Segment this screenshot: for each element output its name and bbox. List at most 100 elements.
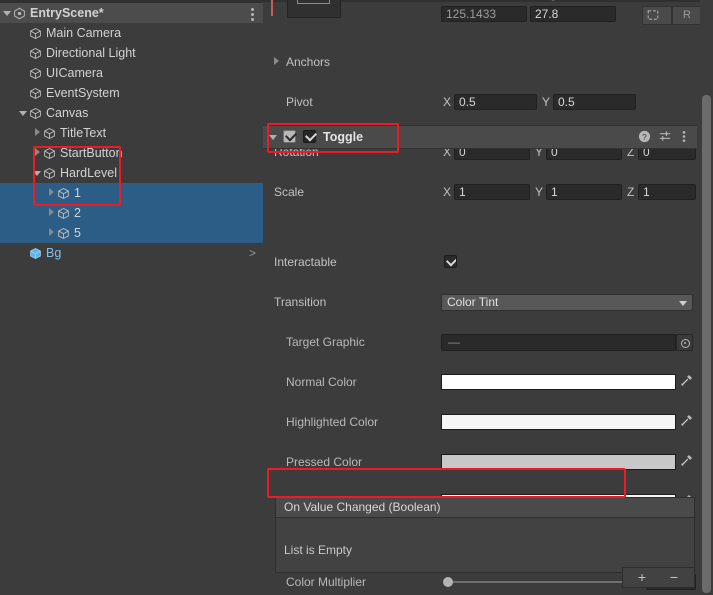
- gameobject-cube-icon: [57, 227, 70, 240]
- toggle-component-header[interactable]: Toggle ?: [263, 125, 697, 149]
- hierarchy-item-label: TitleText: [60, 126, 107, 140]
- foldout-spacer: [18, 23, 29, 43]
- hierarchy-item-label: StartButton: [60, 146, 123, 160]
- foldout-arrow[interactable]: [32, 163, 43, 183]
- inspector-scrollbar-thumb[interactable]: [702, 95, 711, 593]
- preset-sliders-icon[interactable]: [659, 130, 672, 146]
- pivot-x-axis-label: X: [443, 95, 452, 109]
- toggle-kebab-menu-icon[interactable]: [682, 130, 686, 146]
- hierarchy-item-directional-light[interactable]: Directional Light: [0, 43, 263, 63]
- hierarchy-tree[interactable]: Main Camera Directional Light UICamera Even…: [0, 23, 263, 263]
- hierarchy-item-main-camera[interactable]: Main Camera: [0, 23, 263, 43]
- hierarchy-item-hardlevel[interactable]: HardLevel: [0, 163, 263, 183]
- scale-x-input[interactable]: 1: [454, 184, 530, 200]
- toggle-enabled-checkbox[interactable]: [283, 129, 298, 143]
- interactable-label: Interactable: [274, 255, 337, 269]
- anchors-foldout-arrow[interactable]: [271, 52, 282, 72]
- remove-event-button[interactable]: −: [667, 569, 681, 585]
- color-block-rows: Normal Color Highlighted Color Pressed Col…: [263, 160, 697, 550]
- target-graphic-label: Target Graphic: [286, 335, 365, 349]
- foldout-arrow[interactable]: [18, 103, 29, 123]
- hierarchy-panel[interactable]: EntryScene* Main Camera Directional Light…: [0, 0, 263, 595]
- hierarchy-item-canvas[interactable]: Canvas: [0, 103, 263, 123]
- gameobject-cube-icon: [29, 47, 42, 60]
- foldout-arrow[interactable]: [32, 123, 43, 143]
- target-graphic-value: —: [448, 335, 460, 349]
- foldout-spacer: [18, 43, 29, 63]
- gameobject-cube-icon: [57, 207, 70, 220]
- on-value-changed-list[interactable]: List is Empty: [275, 518, 695, 573]
- hierarchy-item-bg[interactable]: Bg >: [0, 243, 263, 263]
- gameobject-cube-icon: [43, 127, 56, 140]
- hierarchy-item-label: Main Camera: [46, 26, 122, 40]
- color-multiplier-label: Color Multiplier: [286, 575, 367, 589]
- hierarchy-item-label: Bg: [46, 246, 62, 260]
- hierarchy-item-2[interactable]: 2: [0, 203, 263, 223]
- prefab-open-arrow-icon[interactable]: >: [249, 243, 256, 263]
- scale-y-axis-label: Y: [535, 185, 544, 199]
- foldout-arrow[interactable]: [46, 203, 57, 223]
- hierarchy-item-uicamera[interactable]: UICamera: [0, 63, 263, 83]
- eyedropper-icon[interactable]: [678, 374, 695, 390]
- eyedropper-icon[interactable]: [678, 414, 695, 430]
- inspector-content: ⇅ Width Height 125.1433 27.8 R: [263, 0, 702, 595]
- foldout-arrow[interactable]: [46, 183, 57, 203]
- add-event-button[interactable]: +: [635, 569, 649, 585]
- normal-color-swatch[interactable]: [441, 374, 676, 390]
- hierarchy-item-titletext[interactable]: TitleText: [0, 123, 263, 143]
- color-multiplier-slider-track[interactable]: [445, 581, 641, 583]
- target-graphic-picker-icon[interactable]: [676, 334, 693, 351]
- pressed-color-label: Pressed Color: [286, 455, 363, 469]
- eyedropper-icon[interactable]: [678, 454, 695, 470]
- normal-color-label: Normal Color: [286, 375, 357, 389]
- foldout-spacer: [18, 83, 29, 103]
- raw-edit-mode-button[interactable]: R: [672, 6, 702, 25]
- hierarchy-item-5[interactable]: 5: [0, 223, 263, 243]
- hierarchy-item-eventsystem[interactable]: EventSystem: [0, 83, 263, 103]
- foldout-arrow[interactable]: [32, 143, 43, 163]
- event-add-remove-bar[interactable]: + −: [622, 567, 695, 588]
- hierarchy-item-startbutton[interactable]: StartButton: [0, 143, 263, 163]
- color-multiplier-slider-knob[interactable]: [443, 577, 453, 587]
- transition-label: Transition: [274, 295, 327, 309]
- target-graphic-objectfield[interactable]: —: [441, 334, 676, 351]
- color-row: Highlighted Color: [263, 412, 697, 432]
- hierarchy-scene-row[interactable]: EntryScene*: [0, 3, 263, 23]
- highlighted-color-label: Highlighted Color: [286, 415, 379, 429]
- hierarchy-kebab-menu-icon[interactable]: [251, 8, 255, 22]
- blueprint-mode-icon[interactable]: [642, 6, 672, 25]
- scale-z-input[interactable]: 1: [638, 184, 696, 200]
- help-icon[interactable]: ?: [638, 130, 651, 146]
- transition-dropdown[interactable]: Color Tint: [441, 294, 693, 311]
- hierarchy-item-1[interactable]: 1: [0, 183, 263, 203]
- foldout-arrow[interactable]: [46, 223, 57, 243]
- toggle-component-icon: [303, 129, 318, 143]
- pivot-y-axis-label: Y: [542, 95, 551, 109]
- hierarchy-item-label: Directional Light: [46, 46, 136, 60]
- hierarchy-item-label: HardLevel: [60, 166, 117, 180]
- chevron-down-icon: [679, 301, 687, 306]
- toggle-component-title: Toggle: [323, 130, 364, 144]
- scene-foldout-arrow[interactable]: [2, 3, 13, 23]
- gameobject-cube-icon: [29, 27, 42, 40]
- inspector-panel[interactable]: ⇅ Width Height 125.1433 27.8 R: [263, 0, 713, 595]
- width-label: Width: [443, 0, 474, 2]
- pressed-color-swatch[interactable]: [441, 454, 676, 470]
- height-input[interactable]: 27.8: [530, 6, 616, 22]
- highlighted-color-swatch[interactable]: [441, 414, 676, 430]
- scale-x-axis-label: X: [443, 185, 452, 199]
- gameobject-cube-icon: [57, 187, 70, 200]
- pivot-y-input[interactable]: 0.5: [553, 94, 636, 110]
- interactable-checkbox[interactable]: [444, 255, 457, 268]
- toggle-foldout-arrow[interactable]: [268, 127, 279, 147]
- inspector-scrollbar-track[interactable]: [700, 0, 713, 595]
- scale-label: Scale: [274, 185, 305, 199]
- scale-y-input[interactable]: 1: [546, 184, 622, 200]
- on-value-changed-header[interactable]: On Value Changed (Boolean): [275, 497, 695, 518]
- pivot-x-input[interactable]: 0.5: [454, 94, 537, 110]
- width-input[interactable]: 125.1433: [441, 6, 527, 22]
- svg-text:?: ?: [642, 132, 647, 142]
- hierarchy-item-label: Canvas: [46, 106, 89, 120]
- gameobject-cube-icon: [43, 167, 56, 180]
- transition-value: Color Tint: [447, 295, 499, 309]
